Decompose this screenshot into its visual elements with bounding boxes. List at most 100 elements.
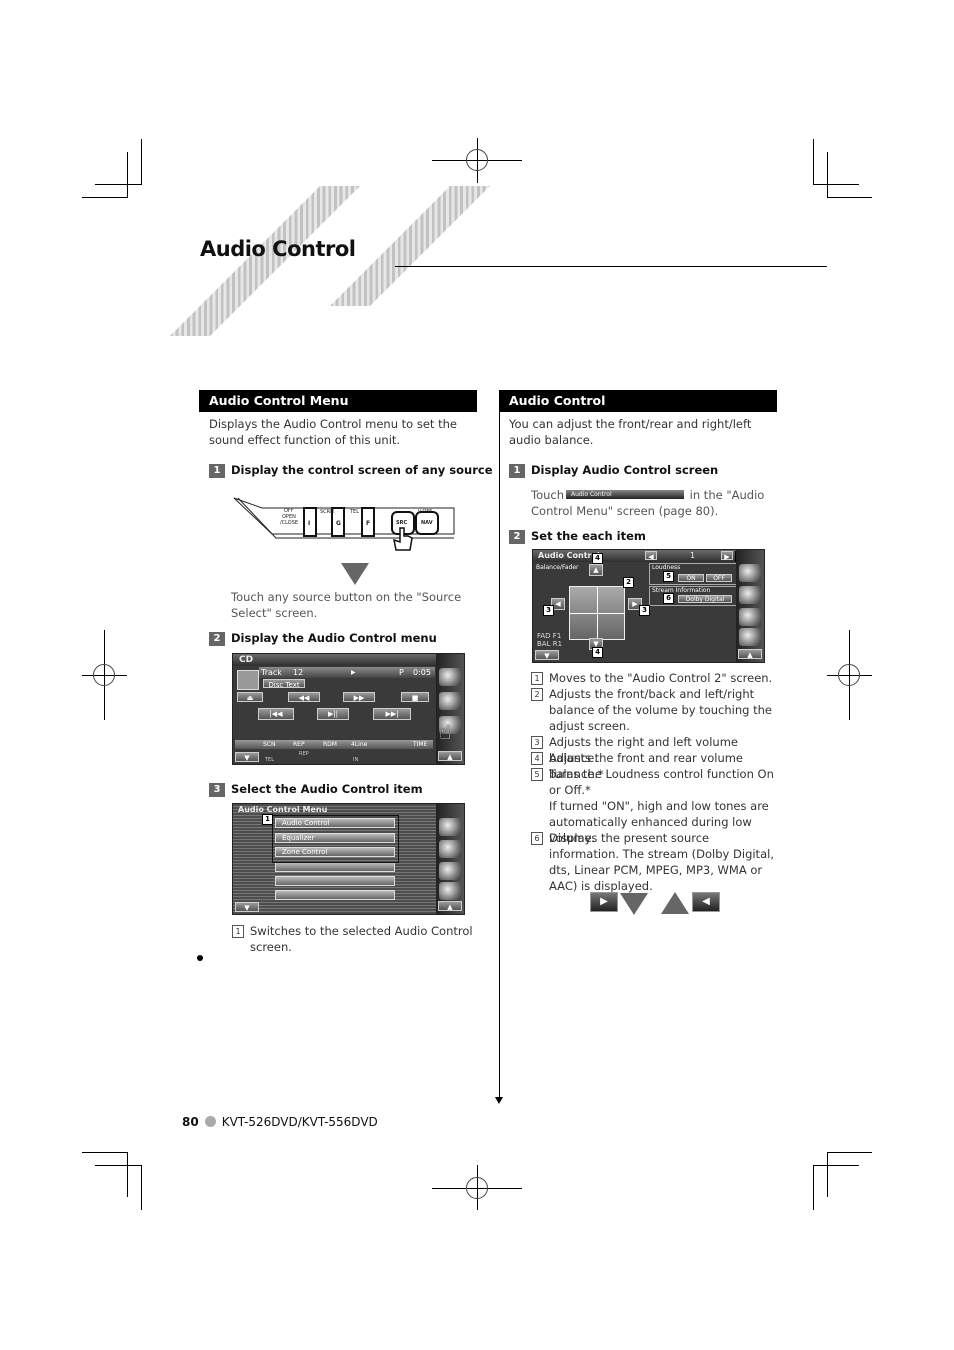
scroll-down-button[interactable]: ▼ — [535, 650, 559, 660]
screen-title: Audio Control — [538, 551, 600, 560]
status-in: IN — [353, 757, 359, 763]
panel-label-close: /CLOSE — [280, 520, 299, 526]
step-number: 2 — [509, 530, 525, 544]
eject-button[interactable]: ⏏ — [237, 692, 263, 702]
step-1-note: Touch any source button on the "Source S… — [231, 590, 462, 620]
next-page-button-icon: ▶ — [590, 892, 618, 912]
decorative-stripe — [170, 186, 360, 336]
step-1: 1 Display Audio Control screen — [509, 462, 718, 478]
intro-text: Displays the Audio Control menu to set t… — [209, 417, 457, 447]
function-4line[interactable]: 4Line — [351, 740, 367, 749]
scroll-up-button[interactable]: ▲ — [438, 901, 462, 911]
play-time: 0:05 — [413, 668, 431, 677]
loudness-on-button[interactable]: ON — [678, 574, 704, 582]
function-scn[interactable]: SCN — [263, 740, 276, 749]
column-divider — [499, 390, 500, 1102]
function-rdm[interactable]: RDM — [323, 740, 337, 749]
cd-source-screen: CD 11:21 Track 12 ▶ P 0:05 Disc Text ⏏ ◀… — [232, 653, 465, 765]
continue-arrow-icon — [495, 1097, 503, 1104]
next-track-button[interactable]: ▶▶| — [373, 708, 411, 720]
tools-icon[interactable] — [439, 692, 461, 710]
note-text: Switches to the selected Audio Control s… — [250, 924, 473, 954]
note-number: 1 — [232, 925, 244, 938]
step-label: Set the each item — [531, 529, 646, 543]
arrow-up-icon — [661, 892, 689, 914]
setup-icon[interactable] — [439, 882, 461, 900]
previous-track-button[interactable]: |◀◀ — [258, 708, 294, 720]
function-bar: SCN REP RDM 4Line TIME — [235, 740, 433, 749]
panel-button-f[interactable]: F — [366, 520, 370, 527]
menu-icon[interactable] — [439, 818, 461, 836]
balance-fader-pad[interactable] — [569, 586, 625, 640]
note-text: Adjusts the front/back and left/right ba… — [549, 687, 772, 733]
status-tel: TEL — [265, 757, 274, 763]
callout-4: 4 — [592, 647, 603, 658]
page-prev-button[interactable]: ◀ — [645, 551, 657, 561]
disc-text-button[interactable]: Disc Text — [263, 679, 305, 689]
panel-button-i[interactable]: I — [308, 520, 310, 527]
track-label: Track — [261, 668, 282, 677]
audio-control-icon[interactable] — [739, 608, 761, 626]
footer-dot-icon — [204, 1116, 216, 1127]
end-marker-dot — [197, 955, 203, 961]
panel-button-g[interactable]: G — [336, 520, 341, 527]
source-label: CD — [239, 655, 254, 665]
audio-control-icon[interactable] — [439, 862, 461, 880]
scroll-up-button[interactable]: ▲ — [438, 751, 462, 761]
hand-pointer-icon: ☝ — [439, 720, 452, 744]
fast-forward-button[interactable]: ▶▶ — [343, 692, 375, 702]
loudness-label: Loudness — [652, 564, 681, 571]
step-number: 2 — [209, 632, 225, 646]
side-menu: ▲ — [736, 550, 764, 662]
page-number: 80 — [182, 1115, 199, 1129]
scroll-up-button[interactable]: ▲ — [738, 649, 762, 659]
function-time[interactable]: TIME — [413, 740, 427, 749]
panel-button-src[interactable]: SRC — [396, 520, 407, 526]
scroll-down-button[interactable]: ▼ — [235, 902, 259, 912]
step-1-instructions: Touch Audio Control in the "Audio Contro… — [531, 487, 771, 519]
note-item: 1 Moves to the "Audio Control 2" screen. — [531, 670, 781, 686]
page-title: Audio Control — [200, 237, 356, 261]
rewind-button[interactable]: ◀◀ — [288, 692, 320, 702]
step-2: 2 Set the each item — [509, 528, 646, 544]
play-pause-button[interactable]: ▶|| — [317, 708, 349, 720]
note-number: 6 — [531, 832, 543, 845]
tools-icon[interactable] — [439, 840, 461, 858]
scroll-down-button[interactable]: ▼ — [235, 752, 259, 762]
play-icon: ▶ — [351, 669, 356, 676]
menu-item-empty[interactable] — [275, 876, 395, 886]
note-number: 1 — [531, 672, 543, 685]
panel-label-voff: V.OFF — [418, 509, 433, 515]
play-mode: P — [399, 668, 404, 677]
screen-title-bar: CD 11:21 — [233, 654, 464, 666]
selection-highlight — [272, 815, 399, 863]
loudness-off-button[interactable]: OFF — [706, 574, 732, 582]
tools-icon[interactable] — [739, 586, 761, 604]
panel-label-scrn: SCRN — [320, 509, 334, 515]
note-item: 6 Displays the present source informatio… — [531, 830, 781, 894]
menu-item-empty[interactable] — [275, 890, 395, 900]
page-indicator: 1 — [690, 551, 696, 560]
crosshair-horizontal — [570, 613, 624, 614]
page-next-button[interactable]: ▶ — [721, 551, 733, 561]
balance-value: BAL R1 — [537, 640, 563, 648]
stop-button[interactable]: ■ — [401, 692, 429, 702]
arrow-down-icon — [341, 563, 369, 585]
section-header-audio-control-menu: Audio Control Menu — [199, 390, 477, 412]
panel-button-nav[interactable]: NAV — [421, 520, 433, 526]
track-number: 12 — [293, 668, 304, 677]
function-rep[interactable]: REP — [293, 740, 305, 749]
menu-item-empty[interactable] — [275, 862, 395, 872]
audio-control-screen: Audio Control 1 11:21 ◀ ▶ Balance/Fader … — [532, 549, 765, 663]
fader-front-button[interactable]: ▲ — [589, 564, 603, 576]
setup-icon[interactable] — [739, 628, 761, 646]
track-bar: Track 12 ▶ P 0:05 — [259, 667, 435, 678]
step-number: 1 — [509, 464, 525, 478]
side-menu: ▲ — [436, 804, 464, 914]
note-item: 1 Switches to the selected Audio Control… — [232, 923, 477, 955]
balance-fader-label: Balance/Fader — [536, 564, 579, 571]
menu-icon[interactable] — [439, 668, 461, 686]
model-name: KVT-526DVD/KVT-556DVD — [221, 1115, 378, 1129]
note-item: 2 Adjusts the front/back and left/right … — [531, 686, 781, 734]
menu-icon[interactable] — [739, 564, 761, 582]
